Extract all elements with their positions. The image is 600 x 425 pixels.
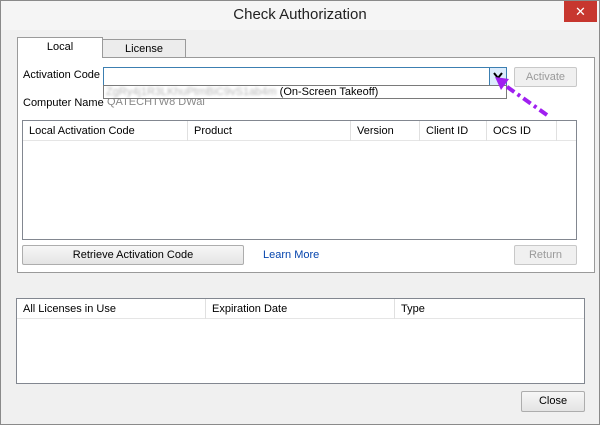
window-title: Check Authorization xyxy=(233,6,367,23)
blurred-activation-code: ZgRy4j1R3LKhuPtmBiC9vS1ab4m xyxy=(106,86,277,98)
annotation-arrow-icon xyxy=(495,77,549,117)
window-close-icon[interactable]: ✕ xyxy=(564,1,597,22)
licenses-in-use-table[interactable]: All Licenses in Use Expiration Date Type xyxy=(16,298,585,384)
check-authorization-window: Check Authorization ✕ Local License Mana… xyxy=(0,0,600,425)
column-all-licenses-in-use[interactable]: All Licenses in Use xyxy=(17,299,206,319)
close-button[interactable]: Close xyxy=(521,391,585,412)
computer-name-label: Computer Name xyxy=(23,97,104,109)
activation-code-label: Activation Code xyxy=(23,69,101,81)
return-button[interactable]: Return xyxy=(514,245,577,265)
column-version[interactable]: Version xyxy=(351,121,420,141)
column-type[interactable]: Type xyxy=(395,299,585,319)
tab-local[interactable]: Local xyxy=(17,37,103,58)
activation-code-combobox[interactable] xyxy=(103,67,507,86)
column-ocs-id[interactable]: OCS ID xyxy=(487,121,557,141)
column-expiration-date[interactable]: Expiration Date xyxy=(206,299,395,319)
retrieve-activation-code-button[interactable]: Retrieve Activation Code xyxy=(22,245,244,265)
local-table-header: Local Activation Code Product Version Cl… xyxy=(23,121,576,141)
dropdown-item-suffix: (On-Screen Takeoff) xyxy=(279,86,379,98)
local-activation-table[interactable]: Local Activation Code Product Version Cl… xyxy=(22,120,577,240)
activation-code-dropdown-item[interactable]: ZgRy4j1R3LKhuPtmBiC9vS1ab4m (On-Screen T… xyxy=(103,85,507,99)
licenses-table-header: All Licenses in Use Expiration Date Type xyxy=(17,299,584,319)
title-bar: Check Authorization ✕ xyxy=(1,1,599,30)
column-product[interactable]: Product xyxy=(188,121,351,141)
column-client-id[interactable]: Client ID xyxy=(420,121,487,141)
learn-more-link[interactable]: Learn More xyxy=(263,249,319,261)
tab-license-manager[interactable]: License Manager xyxy=(102,39,186,73)
column-local-activation-code[interactable]: Local Activation Code xyxy=(23,121,188,141)
